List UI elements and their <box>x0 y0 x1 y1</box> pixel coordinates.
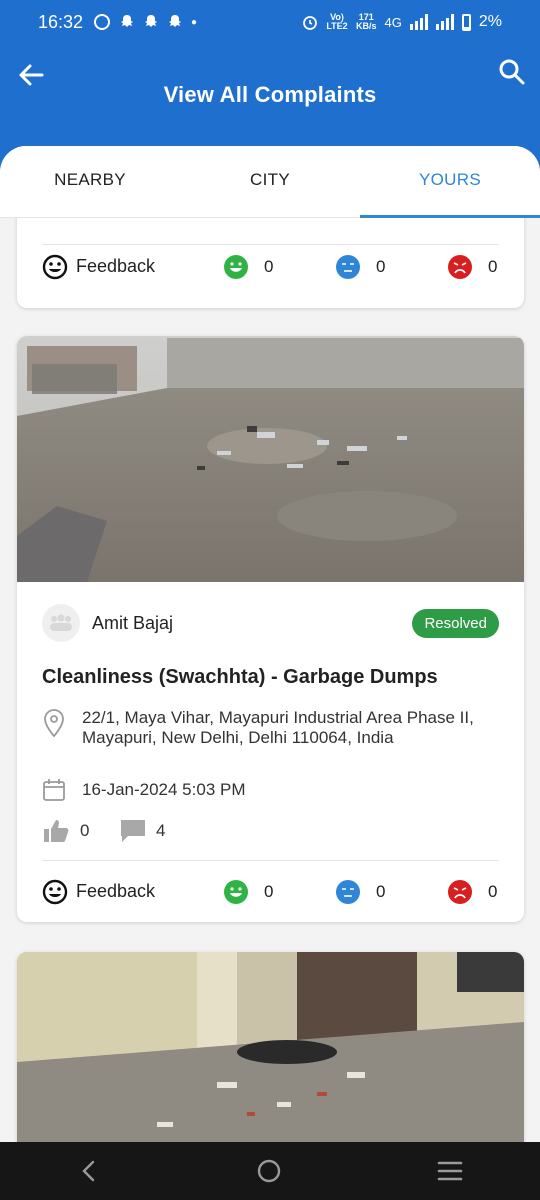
complaint-photo[interactable] <box>17 952 524 1142</box>
nav-menu-icon[interactable] <box>437 1160 463 1182</box>
feedback-label: Feedback <box>76 881 156 901</box>
whatsapp-icon <box>94 14 111 30</box>
happy-face-icon <box>224 879 248 904</box>
group-icon <box>50 614 72 631</box>
search-icon[interactable] <box>498 58 526 86</box>
system-nav-bar <box>0 1142 540 1200</box>
comments-count: 4 <box>156 821 166 840</box>
feedback-label: Feedback <box>76 256 156 276</box>
angry-count: 0 <box>488 256 498 276</box>
neutral-face-icon <box>336 254 360 279</box>
happy-reaction[interactable]: 0 <box>224 879 336 904</box>
likes-count: 0 <box>80 821 90 840</box>
address-row: 22/1, Maya Vihar, Mayapuri Industrial Ar… <box>42 708 499 748</box>
address-text: 22/1, Maya Vihar, Mayapuri Industrial Ar… <box>82 708 474 747</box>
feedback-button[interactable]: Feedback <box>42 879 224 905</box>
net-type: 4G <box>384 14 402 30</box>
happy-count: 0 <box>264 256 274 276</box>
author-name: Amit Bajaj <box>92 612 174 633</box>
speed-indicator: 171 KB/s <box>356 12 377 31</box>
angry-face-icon <box>448 879 472 904</box>
snapchat-icon <box>169 15 182 27</box>
complaint-card[interactable] <box>17 952 524 1142</box>
feedback-row: Feedback 0 0 0 <box>42 860 499 922</box>
happy-reaction[interactable]: 0 <box>224 254 336 279</box>
stats-row: 0 4 <box>42 818 499 844</box>
angry-reaction[interactable]: 0 <box>448 879 498 904</box>
location-pin-icon <box>44 709 64 738</box>
complaint-date: 16-Jan-2024 5:03 PM <box>82 780 246 799</box>
angry-count: 0 <box>488 881 498 901</box>
signal-icon <box>409 14 428 30</box>
neutral-count: 0 <box>376 256 386 276</box>
complaint-photo[interactable] <box>17 336 524 582</box>
dot-icon: ● <box>191 16 198 28</box>
page-title: View All Complaints <box>163 82 377 107</box>
app-header: View All Complaints <box>0 44 540 154</box>
angry-reaction[interactable]: 0 <box>448 254 498 279</box>
status-badge: Resolved <box>412 608 499 638</box>
network-label: Vo) LTE2 <box>326 12 348 31</box>
complaint-title: Cleanliness (Swachhta) - Garbage Dumps <box>42 666 438 688</box>
neutral-face-icon <box>336 879 360 904</box>
neutral-count: 0 <box>376 881 386 901</box>
nav-back-icon[interactable] <box>77 1159 101 1183</box>
avatar <box>42 604 80 642</box>
thumbs-up-icon[interactable] <box>42 818 70 844</box>
angry-face-icon <box>448 254 472 279</box>
nav-home-icon[interactable] <box>256 1158 282 1184</box>
tab-nearby[interactable]: NEARBY <box>0 146 180 217</box>
tab-yours[interactable]: YOURS <box>360 146 540 218</box>
neutral-reaction[interactable]: 0 <box>336 879 448 904</box>
smiley-outline-icon <box>42 254 68 279</box>
date-row: 16-Jan-2024 5:03 PM <box>42 778 499 802</box>
feedback-button[interactable]: Feedback <box>42 254 224 280</box>
author-row: Amit Bajaj Resolved <box>42 604 499 642</box>
complaint-card[interactable]: Amit Bajaj Resolved Cleanliness (Swachht… <box>17 336 524 922</box>
comment-icon[interactable] <box>120 819 146 843</box>
status-time: 16:32 <box>38 11 84 32</box>
snapchat-icon <box>121 15 134 27</box>
status-bar: 16:32 ● Vo) LTE2 171 KB/s 4G 2% <box>0 0 540 44</box>
tab-bar: NEARBY CITY YOURS <box>0 146 540 218</box>
battery-icon <box>461 13 471 31</box>
battery-percent: 2% <box>478 13 502 30</box>
alarm-icon <box>303 16 317 30</box>
signal-icon <box>435 14 454 30</box>
happy-count: 0 <box>264 881 274 901</box>
snapchat-icon <box>145 15 158 27</box>
feedback-row: Feedback 0 0 0 <box>42 244 499 288</box>
smiley-outline-icon <box>42 879 68 904</box>
calendar-icon <box>43 779 65 801</box>
happy-face-icon <box>224 254 248 279</box>
notification-icons: ● <box>93 13 197 31</box>
tab-city[interactable]: CITY <box>180 146 360 217</box>
content-sheet: NEARBY CITY YOURS Feedback 0 0 0 Amit Ba… <box>0 146 540 1142</box>
neutral-reaction[interactable]: 0 <box>336 254 448 279</box>
